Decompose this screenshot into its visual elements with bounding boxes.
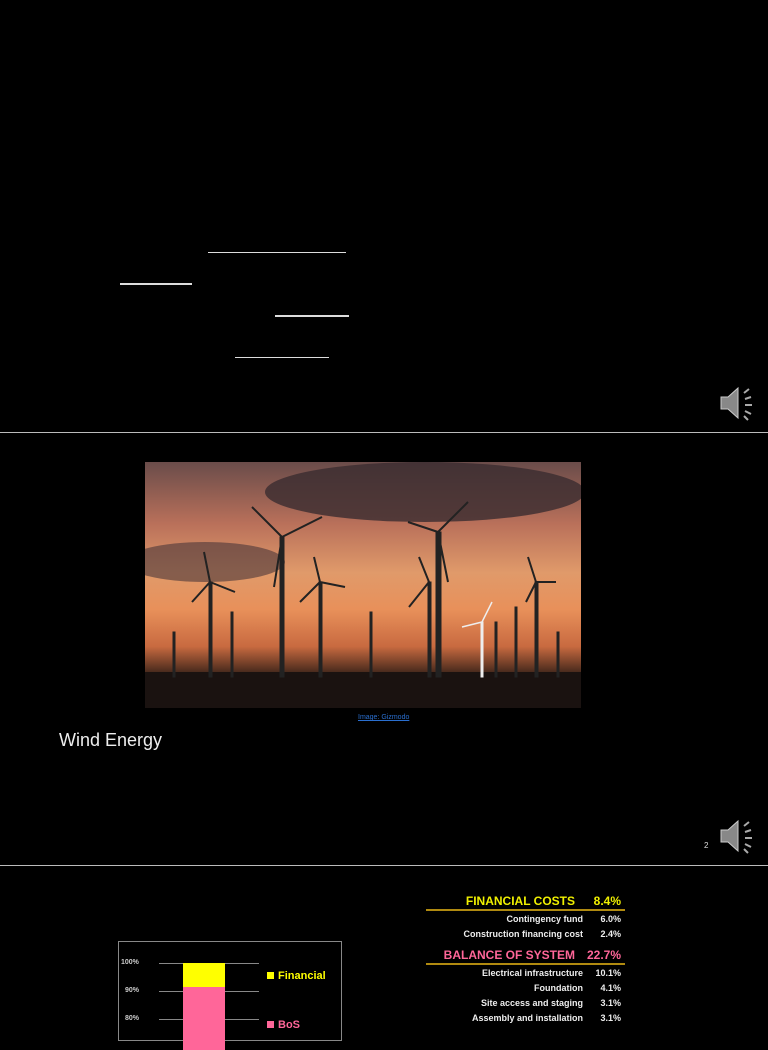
table-row: Construction financing cost 2.4% xyxy=(420,926,625,941)
row-label: Assembly and installation xyxy=(471,1012,583,1023)
wind-turbines-photo xyxy=(145,462,581,708)
row-label: Construction financing cost xyxy=(463,928,583,939)
legend-swatch xyxy=(267,972,274,979)
slide-divider xyxy=(0,865,768,866)
legend-financial: Financial xyxy=(267,970,326,982)
tick-label: 80% xyxy=(125,1015,140,1022)
section-header: BALANCE OF SYSTEM 22.7% xyxy=(426,947,625,965)
section-value: 22.7% xyxy=(586,948,621,962)
legend-label: BoS xyxy=(278,1019,300,1031)
legend-bos: BoS xyxy=(267,1019,300,1031)
cost-table: FINANCIAL COSTS 8.4% Contingency fund 6.0%… xyxy=(420,893,625,1025)
table-row: Site access and staging 3.1% xyxy=(420,995,625,1010)
table-row: Assembly and installation 3.1% xyxy=(420,1010,625,1025)
bar-bos xyxy=(183,986,225,1050)
row-value: 3.1% xyxy=(600,1012,621,1023)
row-value: 3.1% xyxy=(600,997,621,1008)
fill-blank-4 xyxy=(235,357,329,358)
table-row: Electrical infrastructure 10.1% xyxy=(420,965,625,980)
speaker-icon[interactable] xyxy=(718,818,758,854)
bar-financial xyxy=(183,963,225,987)
tick-label: 90% xyxy=(125,987,140,994)
row-value: 4.1% xyxy=(600,982,621,993)
cost-share-chart: 100% 90% 80% Financial BoS xyxy=(118,941,342,1050)
row-label: Site access and staging xyxy=(480,997,583,1008)
legend-label: Financial xyxy=(278,970,326,982)
page-number: 2 xyxy=(704,841,709,850)
row-value: 6.0% xyxy=(600,913,621,924)
fill-blank-1 xyxy=(208,252,346,253)
tick-label: 100% xyxy=(121,959,139,966)
section-value: 8.4% xyxy=(593,894,621,908)
section-title: BALANCE OF SYSTEM xyxy=(443,948,575,962)
slide-title: Wind Energy xyxy=(59,730,163,750)
fill-blank-3 xyxy=(275,315,349,317)
section-header: FINANCIAL COSTS 8.4% xyxy=(426,893,625,911)
row-value: 10.1% xyxy=(595,967,621,978)
row-label: Electrical infrastructure xyxy=(481,967,583,978)
fill-blank-2 xyxy=(120,283,192,285)
row-label: Foundation xyxy=(534,982,583,993)
speaker-icon[interactable] xyxy=(718,385,758,421)
row-value: 2.4% xyxy=(600,928,621,939)
image-credit-link[interactable]: Image: Gizmodo xyxy=(358,714,409,721)
section-title: FINANCIAL COSTS xyxy=(465,894,575,908)
slide-1 xyxy=(0,0,768,432)
table-row: Foundation 4.1% xyxy=(420,980,625,995)
row-label: Contingency fund xyxy=(506,913,584,924)
legend-swatch xyxy=(267,1021,274,1028)
table-row: Contingency fund 6.0% xyxy=(420,911,625,926)
